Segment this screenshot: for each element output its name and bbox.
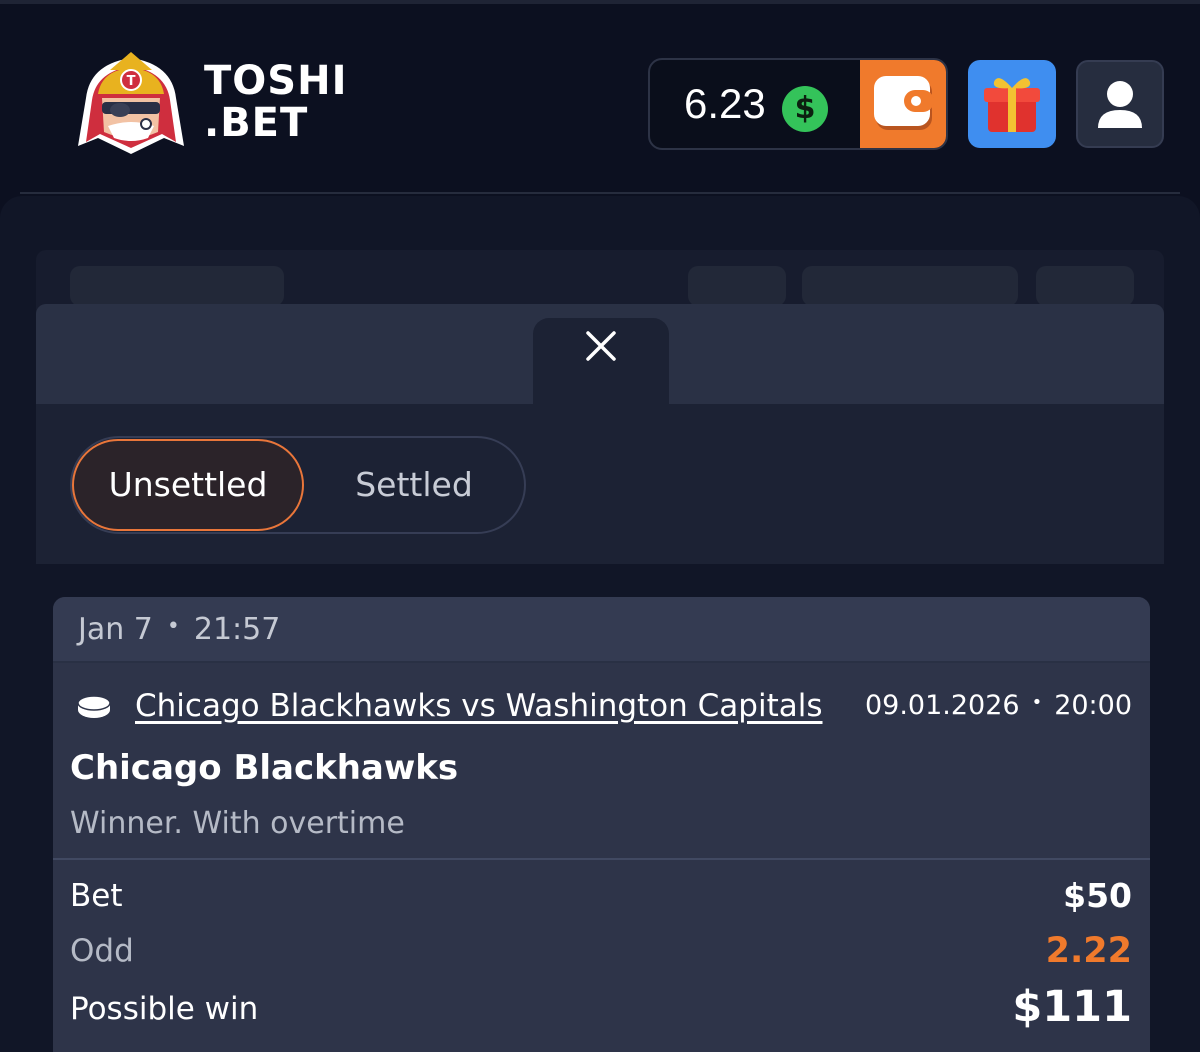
tab-unsettled[interactable]: Unsettled <box>72 439 304 531</box>
wallet-button[interactable] <box>860 60 946 148</box>
close-icon[interactable] <box>585 330 617 362</box>
site-header: T TOSHI .BET 6.23 $ <box>0 4 1200 190</box>
possible-win-label: Possible win <box>70 991 259 1027</box>
balance-display[interactable]: 6.23 $ <box>648 58 948 150</box>
background-toolbar-button <box>688 266 786 306</box>
svg-text:T: T <box>127 74 136 89</box>
odd-label: Odd <box>70 933 134 969</box>
gift-button[interactable] <box>968 60 1056 148</box>
match-time: 20:00 <box>1054 690 1132 721</box>
match-datetime: 09.01.2026 • 20:00 <box>865 690 1132 723</box>
separator-dot: • <box>166 613 180 639</box>
background-toolbar-button <box>802 266 1018 306</box>
header-divider <box>20 192 1180 194</box>
brand-line-1: TOSHI <box>204 58 348 104</box>
card-divider <box>53 858 1150 860</box>
brand-line-2: .BET <box>204 100 309 146</box>
background-toolbar-button <box>1036 266 1134 306</box>
bet-market: Winner. With overtime <box>70 806 405 841</box>
possible-win-value: $111 <box>1012 982 1132 1032</box>
logo-icon[interactable]: T <box>68 46 194 162</box>
bet-amount-value: $50 <box>1063 876 1132 915</box>
gift-icon <box>984 78 1040 132</box>
user-profile-button[interactable] <box>1076 60 1164 148</box>
bet-placed-time: 21:57 <box>193 612 281 647</box>
balance-amount: 6.23 <box>684 80 766 127</box>
user-icon <box>1098 81 1142 128</box>
hockey-puck-icon <box>77 695 111 718</box>
brand-name[interactable]: TOSHI .BET <box>204 60 347 144</box>
separator-dot: • <box>1031 691 1043 713</box>
dollar-icon: $ <box>782 86 828 132</box>
bet-selection: Chicago Blackhawks <box>70 748 459 788</box>
match-link[interactable]: Chicago Blackhawks vs Washington Capital… <box>135 688 823 724</box>
odd-value: 2.22 <box>1045 931 1132 971</box>
tab-settled[interactable]: Settled <box>306 439 522 531</box>
wallet-icon <box>874 76 934 130</box>
bet-amount-label: Bet <box>70 878 123 914</box>
background-toolbar-button <box>70 266 284 306</box>
bet-placed-date: Jan 7 <box>78 612 153 647</box>
bet-placed-datetime: Jan 7 • 21:57 <box>78 612 280 649</box>
match-date: 09.01.2026 <box>864 690 1020 721</box>
